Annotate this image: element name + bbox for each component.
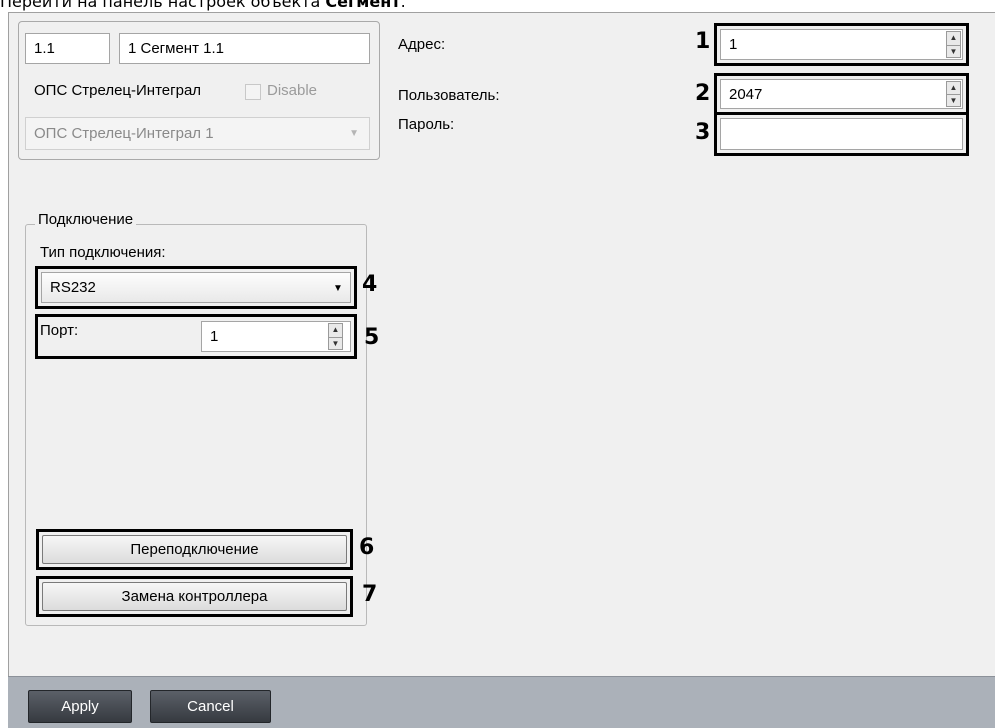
password-field[interactable]: [720, 118, 963, 150]
callout-7: 7: [362, 582, 378, 607]
user-label: Пользователь:: [398, 87, 500, 104]
connection-type-label: Тип подключения:: [40, 244, 166, 261]
spin-up-icon[interactable]: ▲: [329, 324, 342, 337]
parent-object-select[interactable]: ОПС Стрелец-Интеграл 1 ▼: [25, 117, 370, 150]
port-value: 1: [210, 328, 219, 345]
callout-5: 5: [364, 325, 380, 350]
address-value: 1: [729, 36, 738, 53]
caption-suffix: .: [400, 0, 406, 11]
port-label: Порт:: [40, 322, 79, 339]
apply-button[interactable]: Apply: [28, 690, 132, 723]
address-spinbox[interactable]: 1: [720, 29, 963, 60]
callout-4: 4: [362, 272, 378, 297]
spin-up-icon[interactable]: ▲: [947, 82, 960, 94]
callout-6: 6: [359, 535, 375, 560]
dropdown-arrow-icon: ▼: [349, 128, 359, 139]
connection-type-value: RS232: [50, 279, 96, 296]
object-id-field[interactable]: 1.1: [25, 33, 110, 64]
user-value: 2047: [729, 86, 763, 103]
disable-checkbox[interactable]: [245, 84, 261, 100]
port-spinner[interactable]: ▲ ▼: [328, 323, 343, 350]
address-label: Адрес:: [398, 36, 446, 53]
user-spinbox[interactable]: 2047: [720, 79, 963, 109]
callout-3: 3: [695, 120, 711, 145]
spin-down-icon[interactable]: ▼: [947, 44, 960, 59]
spin-down-icon[interactable]: ▼: [329, 336, 342, 351]
callout-2: 2: [695, 81, 711, 106]
callout-1: 1: [695, 29, 711, 54]
caption-prefix: Перейти на панель настроек объекта: [0, 0, 326, 11]
parent-object-label: ОПС Стрелец-Интеграл: [34, 82, 202, 99]
connection-type-select[interactable]: RS232: [41, 272, 351, 303]
dropdown-arrow-icon[interactable]: ▼: [330, 277, 346, 299]
replace-controller-button[interactable]: Замена контроллера: [42, 582, 347, 611]
spin-up-icon[interactable]: ▲: [947, 32, 960, 45]
disable-label: Disable: [267, 82, 318, 99]
user-spinner[interactable]: ▲ ▼: [946, 81, 961, 107]
spin-down-icon[interactable]: ▼: [947, 94, 960, 107]
cancel-button[interactable]: Cancel: [150, 690, 271, 723]
password-label: Пароль:: [398, 116, 455, 133]
object-name-field[interactable]: 1 Сегмент 1.1: [119, 33, 370, 64]
reconnect-button[interactable]: Переподключение: [42, 535, 347, 564]
address-spinner[interactable]: ▲ ▼: [946, 31, 961, 58]
parent-object-select-value: ОПС Стрелец-Интеграл 1: [34, 125, 214, 142]
caption-bold: Сегмент: [325, 0, 401, 11]
connection-group-title: Подключение: [35, 211, 137, 228]
